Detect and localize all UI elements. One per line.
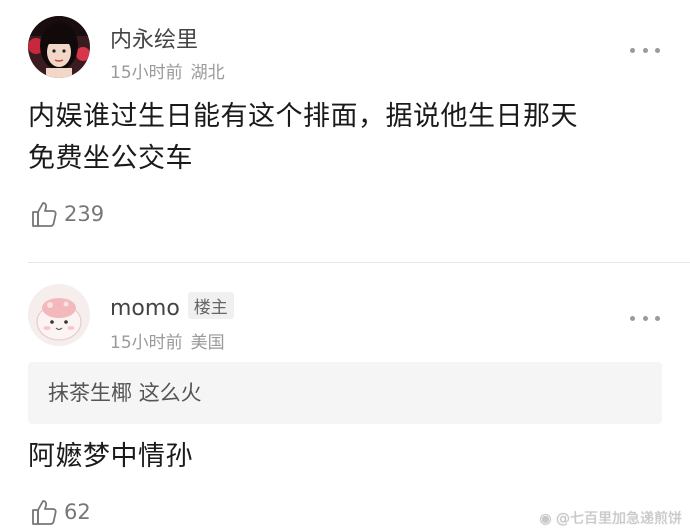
comment-item: momo 楼主 15小时前 美国 抹茶生椰 这么火 阿嬷梦中情孙 62 (0, 264, 690, 532)
like-button[interactable]: 62 (30, 498, 91, 526)
thumbs-up-icon (32, 202, 57, 227)
avatar[interactable] (28, 16, 90, 78)
comment-text: 阿嬷梦中情孙 (28, 441, 193, 472)
like-count: 239 (64, 202, 105, 226)
location: 美国 (190, 333, 225, 353)
like-button[interactable]: 239 (30, 200, 104, 228)
comment-text: 内娱谁过生日能有这个排面，据说他生日那天 免费坐公交车 (28, 96, 668, 180)
comment-item: 内永绘里 15小时前 湖北 内娱谁过生日能有这个排面，据说他生日那天 免费坐公交车… (0, 0, 690, 262)
comment-text-line: 免费坐公交车 (28, 143, 193, 174)
more-dots-icon[interactable] (630, 46, 660, 54)
watermark-text: @七百里加急递煎饼 (556, 511, 682, 527)
avatar[interactable] (28, 284, 90, 346)
username-row: momo 楼主 (110, 292, 234, 321)
watermark: ◉ @七百里加急递煎饼 (539, 508, 682, 528)
op-badge: 楼主 (187, 292, 234, 319)
comment-text-line: 内娱谁过生日能有这个排面，据说他生日那天 (28, 101, 578, 132)
weibo-logo-icon: ◉ (539, 511, 552, 527)
more-dots-icon[interactable] (630, 314, 660, 322)
thumbs-up-icon (32, 500, 57, 525)
post-meta: 15小时前 美国 (110, 328, 225, 353)
like-count: 62 (64, 500, 91, 524)
quoted-username: 抹茶生椰 (48, 381, 132, 405)
username[interactable]: 内永绘里 (110, 22, 198, 54)
timestamp: 15小时前 (110, 333, 183, 353)
quoted-reply[interactable]: 抹茶生椰 这么火 (28, 362, 662, 424)
quoted-text: 这么火 (138, 381, 202, 405)
username[interactable]: momo (110, 296, 180, 321)
location: 湖北 (190, 63, 225, 83)
timestamp: 15小时前 (110, 63, 183, 83)
divider (28, 262, 690, 263)
post-meta: 15小时前 湖北 (110, 58, 225, 83)
